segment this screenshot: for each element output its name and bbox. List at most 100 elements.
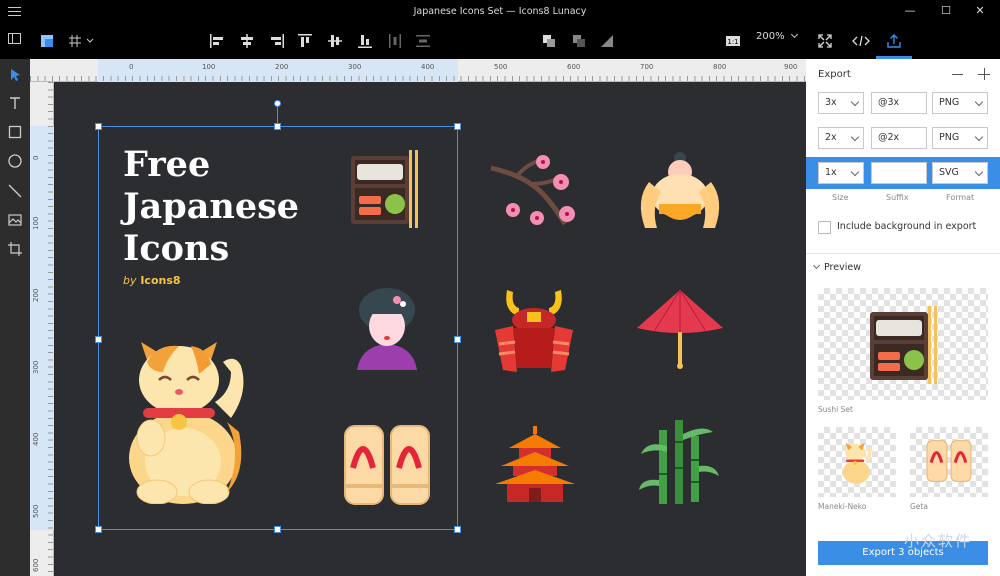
ruler-tick: 900 — [784, 63, 798, 71]
resize-handle-ne[interactable] — [454, 123, 461, 130]
include-background-checkbox[interactable] — [818, 221, 831, 234]
tools-sidebar — [0, 59, 30, 576]
align-center-horizontal-icon[interactable] — [238, 32, 256, 50]
ruler-tick: 600 — [567, 63, 581, 71]
align-left-icon[interactable] — [208, 32, 226, 50]
resize-handle-n[interactable] — [274, 123, 281, 130]
export-format-select[interactable]: PNG — [932, 127, 988, 149]
export-suffix-input[interactable]: @3x — [871, 92, 927, 114]
selection-bounding-box[interactable] — [98, 126, 458, 530]
export-scale-select[interactable]: 1x — [818, 162, 864, 184]
chevron-down-icon — [974, 167, 984, 177]
watermark-logo: 小众软件 — [904, 532, 973, 550]
remove-export-icon[interactable] — [952, 74, 963, 75]
export-suffix-value: @3x — [878, 97, 900, 108]
design-canvas[interactable]: Free Japanese Icons by Icons8 — [55, 82, 806, 576]
ruler-tick: 100 — [202, 63, 216, 71]
chevron-down-icon — [974, 132, 984, 142]
chevron-down-icon — [850, 97, 860, 107]
export-tab-icon[interactable] — [885, 32, 903, 50]
artboard-tool-icon[interactable] — [7, 241, 23, 257]
distribute-vertical-icon[interactable] — [414, 32, 432, 50]
resize-handle-se[interactable] — [454, 526, 461, 533]
align-bottom-icon[interactable] — [356, 32, 374, 50]
preview-caption: Maneki-Neko — [818, 502, 867, 511]
preview-thumbnail-maneki-neko[interactable] — [818, 427, 896, 497]
paper-umbrella-icon[interactable] — [635, 288, 725, 372]
fit-screen-tab-icon[interactable] — [816, 32, 834, 50]
sumo-wrestler-icon[interactable] — [635, 150, 725, 236]
inspector-tabs — [806, 23, 1000, 59]
chevron-down-icon — [974, 97, 984, 107]
pagoda-icon[interactable] — [495, 426, 575, 504]
grid-options-chevron-down-icon[interactable] — [84, 32, 96, 50]
align-top-icon[interactable] — [296, 32, 314, 50]
resize-handle-s[interactable] — [274, 526, 281, 533]
minimize-button[interactable]: — — [900, 3, 920, 19]
add-export-icon[interactable] — [978, 68, 990, 80]
bamboo-icon[interactable] — [639, 420, 719, 504]
ruler-tick: 600 — [32, 558, 40, 572]
sushi-set-preview-icon — [870, 306, 937, 384]
grid-icon[interactable] — [66, 32, 84, 50]
line-tool-icon[interactable] — [7, 183, 23, 199]
zoom-level-value: 200% — [756, 31, 785, 42]
preview-collapse-chevron-icon[interactable] — [812, 261, 821, 270]
export-suffix-input[interactable] — [871, 162, 927, 184]
boolean-subtract-icon[interactable] — [570, 32, 588, 50]
image-tool-icon[interactable] — [7, 212, 23, 228]
boolean-union-icon[interactable] — [540, 32, 558, 50]
align-right-icon[interactable] — [268, 32, 286, 50]
ruler-tick: 700 — [640, 63, 654, 71]
resize-handle-nw[interactable] — [95, 123, 102, 130]
boolean-intersect-icon[interactable] — [598, 32, 616, 50]
preview-caption: Sushi Set — [818, 405, 853, 414]
suffix-column-label: Suffix — [886, 193, 909, 202]
export-suffix-input[interactable]: @2x — [871, 127, 927, 149]
align-middle-vertical-icon[interactable] — [326, 32, 344, 50]
zoom-level-dropdown[interactable]: 200% — [756, 30, 798, 42]
ruler-tick: 400 — [32, 432, 40, 446]
rectangle-tool-icon[interactable] — [7, 124, 23, 140]
resize-handle-sw[interactable] — [95, 526, 102, 533]
distribute-horizontal-icon[interactable] — [386, 32, 404, 50]
window-title: Japanese Icons Set — Icons8 Lunacy — [413, 6, 587, 17]
export-format-value: SVG — [939, 167, 959, 178]
export-format-select[interactable]: SVG — [932, 162, 988, 184]
ruler-icon[interactable] — [38, 32, 56, 50]
samurai-helmet-icon[interactable] — [489, 286, 579, 374]
ruler-tick: 300 — [32, 360, 40, 374]
export-scale-select[interactable]: 3x — [818, 92, 864, 114]
export-format-value: PNG — [939, 132, 960, 143]
chevron-down-icon — [790, 30, 798, 39]
ruler-tick: 100 — [32, 216, 40, 230]
ruler-tick: 0 — [32, 155, 40, 160]
rotate-handle[interactable] — [274, 100, 281, 107]
horizontal-ruler[interactable]: 0 100 200 300 400 500 600 700 800 900 — [30, 59, 806, 82]
select-tool-icon[interactable] — [7, 67, 23, 83]
resize-handle-w[interactable] — [95, 336, 102, 343]
artboard-japanese-icons[interactable]: Free Japanese Icons by Icons8 — [55, 82, 806, 576]
export-format-value: PNG — [939, 97, 960, 108]
toggle-layers-panel-icon[interactable] — [8, 33, 21, 44]
preview-thumbnail-sushi-set[interactable] — [818, 288, 988, 400]
ruler-minor-ticks — [48, 82, 53, 576]
oval-tool-icon[interactable] — [7, 153, 23, 169]
export-scale-select[interactable]: 2x — [818, 127, 864, 149]
title-bar: Japanese Icons Set — Icons8 Lunacy — ☐ ✕ — [0, 0, 1000, 23]
export-scale-value: 1x — [825, 167, 837, 178]
actual-size-icon[interactable]: 1:1 — [724, 32, 742, 50]
preview-thumbnail-geta[interactable] — [910, 427, 988, 497]
text-tool-icon[interactable] — [7, 95, 23, 111]
close-button[interactable]: ✕ — [970, 3, 990, 19]
chevron-down-icon — [850, 167, 860, 177]
preview-divider — [806, 253, 1000, 254]
export-scale-value: 2x — [825, 132, 837, 143]
code-tab-icon[interactable] — [850, 32, 872, 50]
resize-handle-e[interactable] — [454, 336, 461, 343]
geta-preview-icon — [926, 440, 972, 482]
sakura-branch-icon[interactable] — [487, 154, 583, 234]
maximize-button[interactable]: ☐ — [936, 3, 956, 19]
export-format-select[interactable]: PNG — [932, 92, 988, 114]
vertical-ruler[interactable]: 0 100 200 300 400 500 600 — [30, 82, 54, 576]
